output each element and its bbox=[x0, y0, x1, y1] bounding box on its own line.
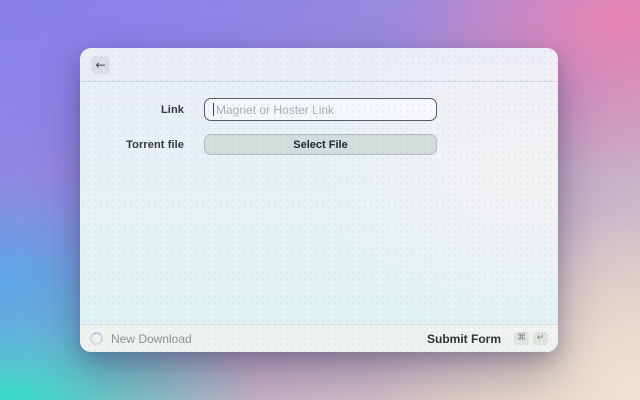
link-form-row: Link Magnet or Hoster Link bbox=[80, 98, 558, 121]
torrent-form-row: Torrent file Select File bbox=[80, 134, 558, 155]
link-input-placeholder: Magnet or Hoster Link bbox=[216, 102, 335, 117]
footer-title: New Download bbox=[111, 331, 192, 346]
progress-ring-icon bbox=[90, 332, 103, 345]
link-label: Link bbox=[160, 103, 184, 116]
magnet-link-input[interactable]: Magnet or Hoster Link bbox=[204, 98, 437, 121]
desktop-background: ← Link Magnet or Hoster Link Torrent fil… bbox=[0, 0, 640, 400]
return-key-icon: ↵ bbox=[533, 332, 548, 345]
new-download-window: ← Link Magnet or Hoster Link Torrent fil… bbox=[80, 48, 558, 352]
back-arrow-icon: ← bbox=[95, 57, 106, 72]
command-key-icon: ⌘ bbox=[514, 332, 529, 345]
torrent-file-label: Torrent file bbox=[126, 138, 184, 151]
window-footer: New Download Submit Form ⌘ ↵ bbox=[80, 324, 558, 352]
select-file-button-label: Select File bbox=[293, 138, 348, 151]
text-cursor bbox=[213, 103, 214, 116]
form-content: Link Magnet or Hoster Link Torrent file … bbox=[80, 82, 558, 324]
submit-form-button[interactable]: Submit Form bbox=[427, 332, 501, 346]
back-button[interactable]: ← bbox=[91, 55, 110, 74]
select-file-button[interactable]: Select File bbox=[204, 134, 437, 155]
window-titlebar: ← bbox=[80, 48, 558, 82]
